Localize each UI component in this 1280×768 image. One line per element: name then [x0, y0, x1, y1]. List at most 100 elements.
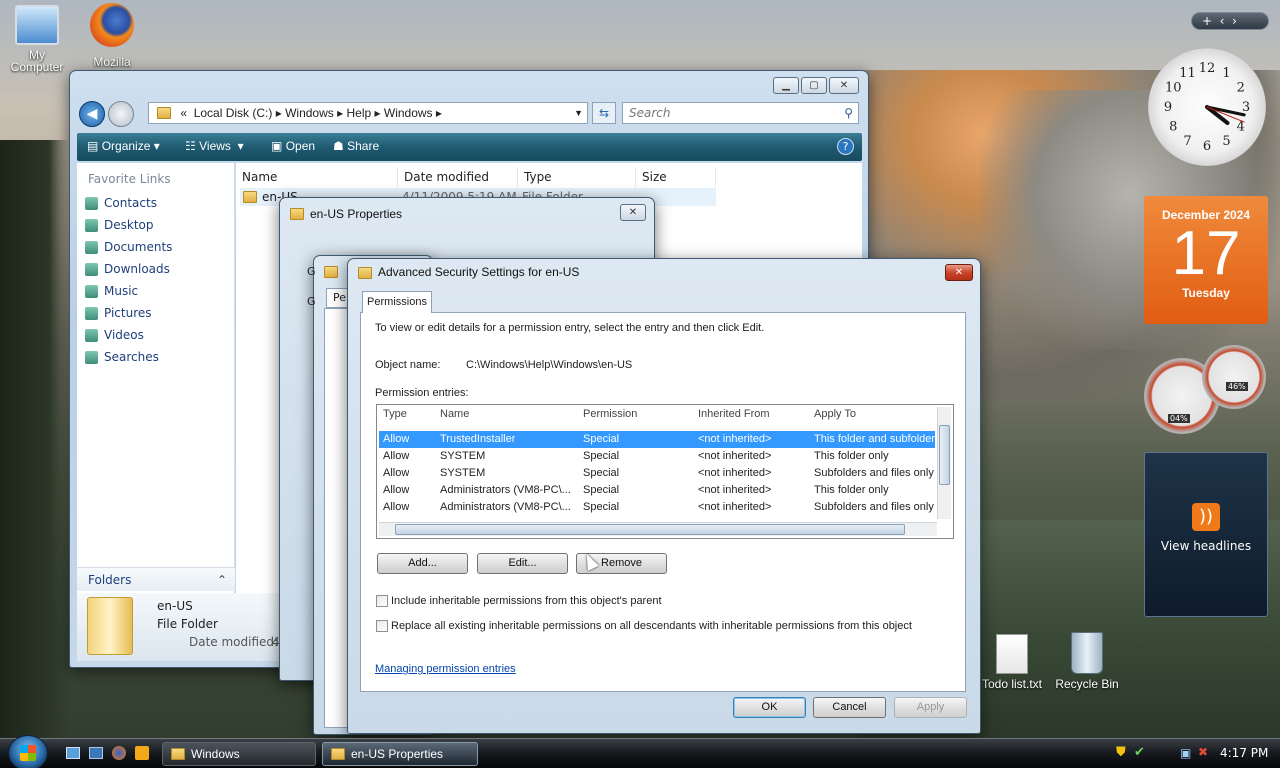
- volume-muted-icon[interactable]: ✖: [1198, 745, 1208, 759]
- taskbar-item-properties[interactable]: en-US Properties: [322, 742, 478, 766]
- permission-entries-list[interactable]: Type Name Permission Inherited From Appl…: [376, 404, 954, 539]
- desktop-icon-label: Recycle Bin: [1055, 677, 1119, 691]
- search-input[interactable]: Search ⚲: [622, 102, 859, 124]
- nav-item-searches[interactable]: Searches: [85, 350, 159, 364]
- switch-windows-icon[interactable]: [89, 747, 103, 759]
- header-name[interactable]: Name: [440, 408, 469, 420]
- network-icon[interactable]: ▣: [1180, 746, 1191, 760]
- header-inherited-from[interactable]: Inherited From: [698, 408, 770, 420]
- object-name-value: C:\Windows\Help\Windows\en-US: [466, 359, 633, 371]
- chevron-up-icon: ⌃: [216, 573, 227, 587]
- cell-type: Allow: [383, 501, 410, 513]
- start-button[interactable]: [8, 735, 48, 768]
- address-bar[interactable]: « Local Disk (C:) ▸ Windows ▸ Help ▸ Win…: [148, 102, 588, 124]
- desktop-icon-todo[interactable]: Todo list.txt: [974, 634, 1050, 691]
- clock-time[interactable]: 4:17 PM: [1220, 746, 1268, 760]
- views-button[interactable]: ☷ Views ▾: [185, 139, 244, 153]
- nav-item-pictures[interactable]: Pictures: [85, 306, 152, 320]
- vertical-scrollbar[interactable]: [937, 407, 951, 519]
- calendar-gadget[interactable]: December 2024 17 Tuesday: [1144, 196, 1268, 324]
- nav-label: Pictures: [104, 306, 152, 320]
- help-icon[interactable]: ?: [837, 138, 854, 155]
- column-name[interactable]: Name: [236, 167, 398, 187]
- column-date-modified[interactable]: Date modified: [398, 167, 518, 187]
- show-desktop-icon[interactable]: [66, 747, 80, 759]
- column-type[interactable]: Type: [518, 167, 636, 187]
- header-type[interactable]: Type: [383, 408, 407, 420]
- nav-item-contacts[interactable]: Contacts: [85, 196, 157, 210]
- folder-icon: [157, 107, 171, 119]
- desktop-icon-recycle-bin[interactable]: Recycle Bin: [1048, 632, 1126, 691]
- memory-gauge[interactable]: 46%: [1202, 345, 1266, 409]
- sidebar-controls[interactable]: + ‹ ›: [1191, 12, 1269, 30]
- tab-permissions[interactable]: Permissions: [362, 291, 432, 313]
- maximize-button[interactable]: ▢: [801, 77, 827, 94]
- ok-button[interactable]: OK: [733, 697, 806, 718]
- add-button[interactable]: Add...: [377, 553, 468, 574]
- scroll-thumb[interactable]: [939, 425, 950, 485]
- clock-gadget[interactable]: 12 1 2 3 4 5 6 7 8 9 10 11: [1148, 48, 1266, 166]
- scroll-thumb[interactable]: [395, 524, 905, 535]
- column-size[interactable]: Size: [636, 167, 716, 187]
- managing-permissions-link[interactable]: Managing permission entries: [375, 663, 516, 675]
- nav-item-music[interactable]: Music: [85, 284, 138, 298]
- media-player-icon[interactable]: [135, 746, 149, 760]
- firefox-quicklaunch-icon[interactable]: [112, 746, 126, 760]
- taskbar: Windows en-US Properties ⛊ ✔ ▣ ✖ 4:17 PM: [0, 735, 1280, 768]
- close-button[interactable]: ✕: [945, 264, 973, 281]
- cancel-button[interactable]: Cancel: [813, 697, 886, 718]
- security-icon[interactable]: ✔: [1134, 745, 1145, 760]
- minimize-button[interactable]: ▁: [773, 77, 799, 94]
- permission-entries-label: Permission entries:: [375, 387, 469, 399]
- header-permission[interactable]: Permission: [583, 408, 637, 420]
- open-button[interactable]: ▣ Open: [271, 139, 315, 153]
- replace-permissions-checkbox[interactable]: [376, 620, 388, 632]
- permission-row[interactable]: Allow Administrators (VM8-PC\... Special…: [379, 499, 935, 516]
- horizontal-scrollbar[interactable]: [379, 522, 937, 536]
- breadcrumb-chevron[interactable]: «: [180, 106, 187, 120]
- include-inheritable-checkbox[interactable]: [376, 595, 388, 607]
- nav-item-downloads[interactable]: Downloads: [85, 262, 170, 276]
- folders-toggle[interactable]: Folders ⌃: [77, 567, 235, 591]
- apply-button[interactable]: Apply: [894, 697, 967, 718]
- taskbar-item-windows[interactable]: Windows: [162, 742, 316, 766]
- clock-number: 6: [1203, 139, 1211, 154]
- permission-row[interactable]: Allow SYSTEM Special <not inherited> Sub…: [379, 465, 935, 482]
- include-inheritable-label: Include inheritable permissions from thi…: [391, 595, 662, 607]
- back-button[interactable]: ◀: [79, 101, 105, 127]
- feeds-gadget[interactable]: )) View headlines: [1144, 452, 1268, 617]
- window-title: en-US Properties: [310, 207, 403, 221]
- search-icon[interactable]: ⚲: [844, 103, 853, 123]
- edit-button[interactable]: Edit...: [477, 553, 568, 574]
- taskbar-label: en-US Properties: [351, 747, 444, 761]
- permission-row[interactable]: Allow TrustedInstaller Special <not inhe…: [379, 431, 935, 448]
- share-button[interactable]: ☗ Share: [333, 139, 379, 153]
- breadcrumb-help[interactable]: Help: [346, 106, 371, 120]
- address-dropdown-icon[interactable]: ▼: [574, 103, 583, 123]
- cell-name: SYSTEM: [440, 467, 486, 479]
- nav-item-desktop[interactable]: Desktop: [85, 218, 154, 232]
- breadcrumb-windows-2[interactable]: Windows: [384, 106, 433, 120]
- window-title: Advanced Security Settings for en-US: [378, 265, 580, 279]
- breadcrumb-windows[interactable]: Windows: [285, 106, 334, 120]
- permission-row[interactable]: Allow SYSTEM Special <not inherited> Thi…: [379, 448, 935, 465]
- cell-inherited: <not inherited>: [698, 501, 772, 513]
- header-apply-to[interactable]: Apply To: [814, 408, 856, 420]
- nav-item-documents[interactable]: Documents: [85, 240, 172, 254]
- forward-button[interactable]: [108, 101, 134, 127]
- desktop-icon-my-computer[interactable]: My Computer: [0, 5, 76, 74]
- shield-icon[interactable]: ⛊: [1116, 745, 1126, 760]
- permission-row[interactable]: Allow Administrators (VM8-PC\... Special…: [379, 482, 935, 499]
- refresh-button[interactable]: ⇆: [592, 102, 616, 124]
- breadcrumb-local-disk[interactable]: Local Disk (C:): [194, 106, 273, 120]
- organize-button[interactable]: ▤ Organize ▾: [87, 139, 160, 153]
- close-button[interactable]: ✕: [829, 77, 859, 94]
- large-folder-icon: [87, 597, 133, 655]
- nav-item-videos[interactable]: Videos: [85, 328, 144, 342]
- documents-icon: [85, 240, 98, 254]
- desktop-icon-mozilla[interactable]: Mozilla: [73, 3, 151, 69]
- rss-icon: )): [1192, 503, 1220, 531]
- view-headlines-link[interactable]: View headlines: [1145, 539, 1267, 553]
- cell-name: TrustedInstaller: [440, 433, 516, 445]
- close-button[interactable]: ✕: [620, 204, 646, 221]
